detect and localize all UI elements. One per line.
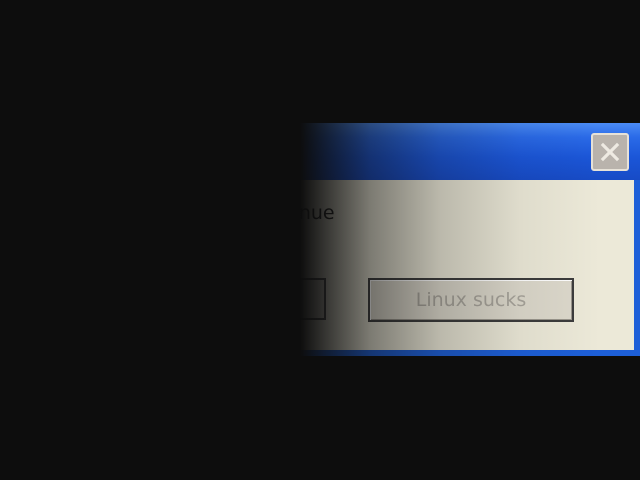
dialog-window: continue Linux sucks <box>232 123 640 356</box>
linux-sucks-button[interactable]: Linux sucks <box>368 278 574 322</box>
dialog-message: continue <box>252 202 335 224</box>
dialog-titlebar[interactable] <box>232 123 640 180</box>
close-button[interactable] <box>591 133 629 171</box>
obscured-button[interactable] <box>232 278 326 320</box>
screen: continue Linux sucks <box>0 0 640 480</box>
dialog-body: continue Linux sucks <box>232 180 634 350</box>
